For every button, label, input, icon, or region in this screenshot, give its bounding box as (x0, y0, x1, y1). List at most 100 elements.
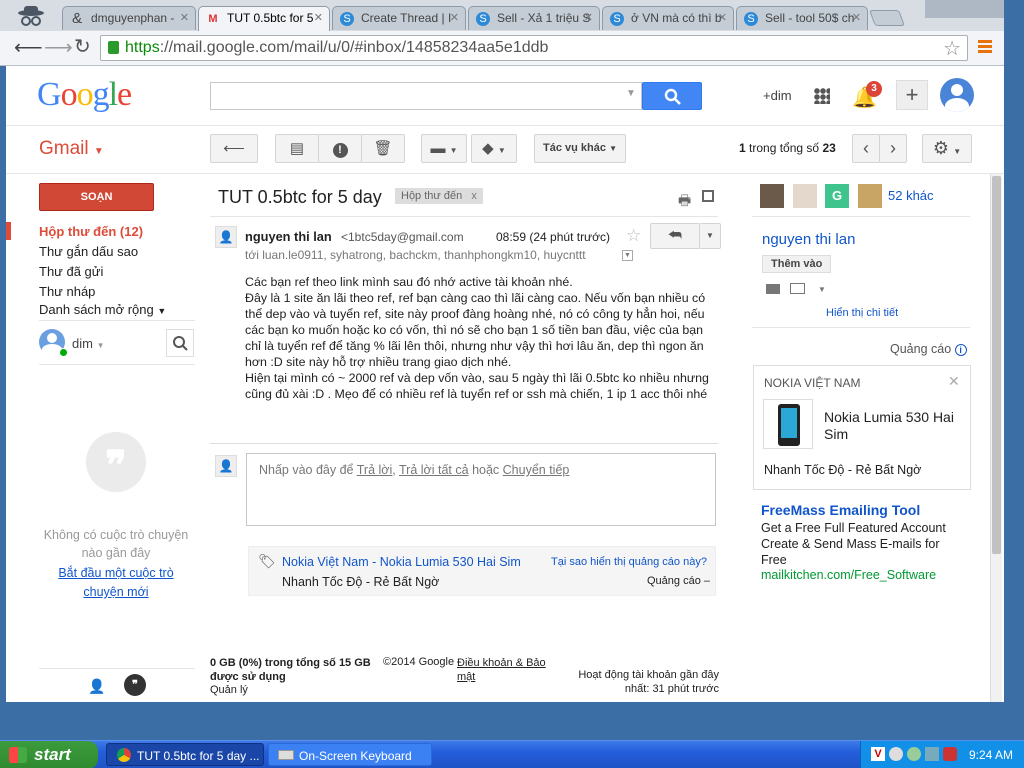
chevron-down-icon[interactable]: ▼ (818, 285, 826, 294)
more-people-link[interactable]: 52 khác (888, 188, 934, 203)
ad-why-link[interactable]: Tại sao hiển thị quảng cáo này? (551, 556, 707, 568)
close-icon[interactable]: ✕ (314, 11, 323, 24)
contact-name[interactable]: nguyen thi lan (762, 231, 855, 248)
avatar[interactable] (760, 184, 784, 208)
close-icon[interactable]: ✕ (584, 11, 593, 24)
reply-all-link[interactable]: Trả lời tất cả (399, 463, 469, 477)
terms-link[interactable]: Điều khoản & Bảo mật (457, 656, 553, 684)
close-icon[interactable]: ✕ (948, 373, 960, 390)
tray-icon[interactable] (925, 747, 939, 761)
sender-email: <1btc5day@gmail.com (341, 230, 464, 244)
reload-icon[interactable]: ↻ (74, 34, 91, 59)
tab-1[interactable]: & dmguyenphan - ✕ (62, 6, 196, 30)
tab-4[interactable]: S Sell - Xả 1 triệu S ✕ (468, 6, 600, 30)
close-icon[interactable]: ✕ (450, 11, 459, 24)
freemass-ad-url[interactable]: mailkitchen.com/Free_Software (761, 568, 936, 582)
delete-button[interactable]: 🗑 (361, 134, 405, 163)
apps-grid-icon[interactable] (814, 88, 830, 104)
avatar[interactable] (858, 184, 882, 208)
tray-icon[interactable] (907, 747, 921, 761)
search-input[interactable] (210, 82, 642, 110)
more-actions-button[interactable]: Tác vụ khác ▼ (534, 134, 626, 163)
archive-button[interactable]: ▤ (275, 134, 319, 163)
sidebar-item-more[interactable]: Danh sách mở rộng ▼ (39, 302, 166, 317)
bottom-ad[interactable]: 🏷 Nokia Việt Nam - Nokia Lumia 530 Hai S… (248, 546, 716, 596)
task-chrome[interactable]: TUT 0.5btc for 5 day ... (106, 743, 264, 766)
address-bar[interactable]: https://mail.google.com/mail/u/0/#inbox/… (100, 35, 968, 61)
tab-2[interactable]: M TUT 0.5btc for 5 ✕ (198, 6, 330, 31)
start-button[interactable]: start (0, 741, 98, 768)
s-logo-icon: S (610, 12, 624, 26)
forward-link[interactable]: Chuyển tiếp (503, 463, 570, 477)
new-tab-button[interactable] (869, 10, 905, 26)
tab-6[interactable]: S Sell - tool 50$ ch ✕ (736, 6, 868, 30)
print-icon[interactable]: 🖶 (678, 190, 691, 214)
add-contact-button[interactable]: Thêm vào (762, 255, 832, 273)
hangouts-user[interactable]: dim ▼ (72, 336, 105, 351)
avatar[interactable]: G (825, 184, 849, 208)
search-options-icon[interactable]: ▼ (626, 88, 636, 99)
avatar[interactable] (940, 78, 974, 112)
inbox-label-chip[interactable]: Hộp thư đến x (395, 188, 483, 204)
tray-icon[interactable] (889, 747, 903, 761)
hangouts-icon[interactable]: ❞ (124, 674, 146, 696)
forward-arrow-icon[interactable]: ⟶ (44, 35, 73, 60)
mail-icon[interactable] (790, 283, 805, 294)
sidebar-item-sent[interactable]: Thư đã gửi (39, 264, 103, 279)
labels-button[interactable]: ◆ ▼ (471, 134, 517, 163)
close-icon[interactable]: ✕ (180, 11, 189, 24)
tab-3[interactable]: S Create Thread | I ✕ (332, 6, 466, 30)
sidebar-item-inbox[interactable]: Hộp thư đến (12) (39, 224, 143, 239)
report-spam-button[interactable]: ! (318, 134, 362, 163)
nokia-ad-card[interactable]: NOKIA VIỆT NAM ✕ Nokia Lumia 530 Hai Sim… (753, 365, 971, 490)
scrollbar-thumb[interactable] (992, 176, 1001, 554)
new-window-icon[interactable] (702, 190, 714, 202)
reply-more-button[interactable]: ▼ (699, 223, 721, 249)
show-details-link[interactable]: Hiển thị chi tiết (826, 307, 898, 319)
reply-box[interactable]: Nhấp vào đây để Trả lời, Trả lời tất cả … (246, 453, 716, 526)
settings-button[interactable]: ⚙ ▼ (922, 134, 972, 163)
back-arrow-icon[interactable]: ⟵ (14, 35, 43, 60)
move-to-button[interactable]: ▬ ▼ (421, 134, 467, 163)
close-icon[interactable]: ✕ (852, 11, 861, 24)
gmail-menu[interactable]: Gmail ▼ (39, 138, 104, 160)
remove-label-icon[interactable]: x (471, 190, 477, 202)
start-chat-link[interactable]: Bắt đầu một cuộc trò chuyện mới (46, 564, 186, 602)
star-icon[interactable]: ☆ (626, 226, 641, 246)
sender-name[interactable]: nguyen thi lan (245, 229, 332, 244)
star-icon[interactable]: ☆ (943, 36, 961, 61)
reply-link[interactable]: Trả lời (357, 463, 393, 477)
menu-icon[interactable] (978, 40, 992, 54)
hangouts-avatar[interactable] (39, 329, 68, 357)
share-plus-button[interactable]: + (896, 80, 928, 110)
freemass-ad-title[interactable]: FreeMass Emailing Tool (761, 502, 920, 518)
tray-icon[interactable]: V (871, 747, 885, 761)
compose-button[interactable]: SOẠN (39, 183, 154, 211)
close-icon[interactable]: ✕ (718, 11, 727, 24)
tab-5[interactable]: Sở VN mà có thì b ✕ (602, 6, 734, 30)
contact-search-button[interactable] (166, 329, 194, 357)
tray-icon[interactable] (943, 747, 957, 761)
avatar[interactable] (793, 184, 817, 208)
ad-title-link[interactable]: Nokia Việt Nam - Nokia Lumia 530 Hai Sim (282, 555, 521, 569)
back-button[interactable]: ⟵ (210, 134, 258, 163)
older-button[interactable]: › (879, 134, 907, 163)
online-status-icon (59, 348, 68, 357)
reply-button[interactable]: ⮪ (650, 223, 700, 249)
manage-storage-link[interactable]: Quản lý (210, 684, 248, 696)
message-icon[interactable] (766, 284, 780, 294)
task-osk[interactable]: On-Screen Keyboard (268, 743, 432, 766)
sidebar-item-drafts[interactable]: Thư nháp (39, 284, 95, 299)
newer-button[interactable]: ‹ (852, 134, 880, 163)
sidebar-item-starred[interactable]: Thư gắn dấu sao (39, 244, 138, 259)
info-icon[interactable]: i (954, 344, 967, 356)
trash-icon: 🗑 (373, 140, 393, 157)
people-avatars[interactable]: G (760, 184, 890, 208)
task-label: On-Screen Keyboard (299, 749, 412, 763)
user-plus-link[interactable]: +dim (763, 88, 792, 103)
person-icon[interactable]: 👤 (88, 678, 105, 695)
search-button[interactable] (642, 82, 702, 110)
reply-avatar: 👤 (215, 455, 237, 477)
ad-title[interactable]: Nokia Lumia 530 Hai Sim (824, 409, 964, 443)
show-details-icon[interactable]: ▼ (622, 250, 633, 261)
